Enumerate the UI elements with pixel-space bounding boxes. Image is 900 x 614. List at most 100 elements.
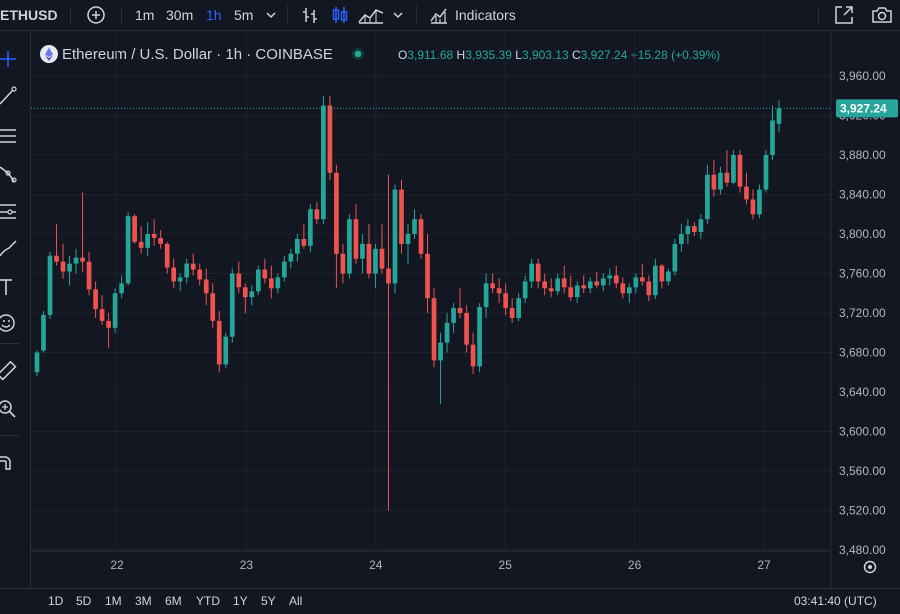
candle-body [268,278,274,289]
candle [379,224,385,274]
settings-icon[interactable] [863,560,877,574]
candle-body [652,265,658,296]
candle [184,258,190,284]
candle [216,311,222,373]
candle-body [379,248,385,269]
projection-icon[interactable] [0,201,18,221]
candle-body [41,314,46,351]
candle [620,277,626,299]
candle-body [405,234,411,244]
candle-body [607,275,613,279]
candle-body [646,281,652,296]
candle [164,241,170,274]
candle [444,313,450,353]
candle [464,305,469,353]
candle-body [145,234,150,248]
range-1d[interactable]: 1D [48,589,63,612]
candle [698,214,704,239]
candle [763,150,769,193]
utc-clock[interactable]: 03:41:40 (UTC) [794,589,877,612]
candle-body [301,238,307,246]
candle-body [249,291,255,298]
candle-body [626,287,632,294]
candle-body [568,287,574,298]
candle [203,268,209,306]
text-icon[interactable] [0,277,18,297]
y-tick-label: 3,640.00 [839,385,886,399]
x-tick-label: 23 [240,558,254,572]
range-3m[interactable]: 3M [135,589,152,612]
candle-body [718,172,723,190]
candle-body [197,269,203,280]
candle [529,258,535,289]
candle-body [620,283,626,294]
emoji-icon[interactable] [0,313,18,333]
brush-icon[interactable] [0,238,18,258]
candle [776,100,782,133]
fib-icon[interactable] [0,126,18,146]
candle-body [295,238,300,254]
chevron-down-icon[interactable] [265,10,277,20]
range-6m[interactable]: 6M [165,589,182,612]
candle [347,214,352,279]
plus-circle-icon[interactable] [86,5,106,25]
candle-body [477,307,482,367]
candle [138,226,144,254]
candle [125,212,131,286]
indicators-icon[interactable] [428,4,450,26]
candle-body [210,293,216,321]
candle [477,303,482,373]
crosshair-icon[interactable] [0,49,18,69]
range-all[interactable]: All [289,589,302,612]
bar-chart-icon[interactable] [300,5,320,25]
candle [392,184,398,294]
candle [418,214,424,259]
area-chart-icon[interactable] [357,4,385,26]
candle-body [737,155,743,187]
range-1m[interactable]: 1M [105,589,122,612]
candle [555,273,561,296]
range-5y[interactable]: 5Y [261,589,276,612]
candle [685,219,691,244]
candle-body [106,320,111,328]
candle-body [750,199,756,215]
candle [581,275,587,294]
magnet-icon[interactable] [0,451,18,471]
fullscreen-icon[interactable] [833,4,855,26]
candle [679,224,684,252]
interval-1m[interactable]: 1m [135,0,154,30]
range-5d[interactable]: 5D [76,589,91,612]
candles-icon[interactable] [330,5,350,25]
candle [574,281,580,304]
indicators-button[interactable]: Indicators [455,0,516,30]
candle [490,273,495,294]
range-ytd[interactable]: YTD [196,589,220,612]
interval-30m[interactable]: 30m [166,0,193,30]
candle [112,288,118,333]
bottom-toolbar: 1D 5D 1M 3M 6M YTD 1Y 5Y All 03:41:40 (U… [0,588,900,612]
candle-body [73,257,79,264]
candle [659,263,665,289]
candle-body [496,288,502,294]
candle [47,251,53,319]
candle [516,293,521,321]
price-chart[interactable]: 3,480.00 3,520.00 3,560.00 3,600.00 3,640.00… [31,31,900,588]
candle [34,350,40,377]
x-tick-label: 27 [757,558,771,572]
candle-body [425,253,430,299]
candle [672,238,678,276]
trend-line-icon[interactable] [0,86,18,106]
ruler-icon[interactable] [0,361,18,381]
camera-icon[interactable] [870,4,894,26]
candle [470,332,476,375]
pattern-icon[interactable] [0,163,18,183]
candle [223,332,229,369]
symbol-search[interactable]: ETHUSD [0,0,58,30]
chevron-down-icon[interactable] [392,10,404,20]
range-1y[interactable]: 1Y [233,589,248,612]
candle-body [666,271,671,282]
zoom-icon[interactable] [0,399,18,419]
candle [340,243,346,284]
interval-5m[interactable]: 5m [234,0,253,30]
interval-1h[interactable]: 1h [206,0,222,30]
